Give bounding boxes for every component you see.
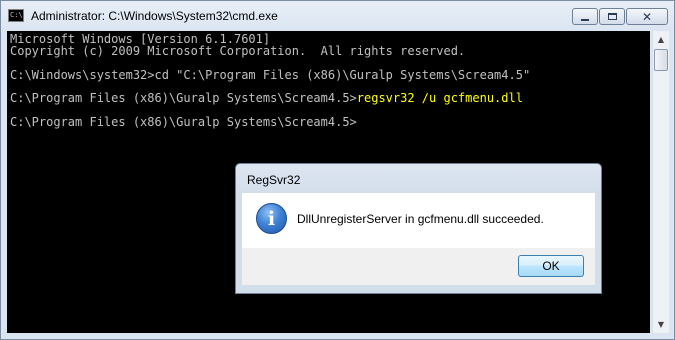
scroll-down-icon[interactable]: ▼: [653, 316, 669, 333]
caption-buttons: ✕: [571, 8, 668, 26]
dialog-message: DllUnregisterServer in gcfmenu.dll succe…: [297, 212, 544, 226]
dialog-body: i DllUnregisterServer in gcfmenu.dll suc…: [242, 193, 595, 248]
console-line: C:\Program Files (x86)\Guralp Systems\Sc…: [10, 91, 523, 105]
console-prompt: C:\Program Files (x86)\Guralp Systems\Sc…: [10, 91, 357, 105]
vertical-scrollbar[interactable]: ▲ ▼: [652, 31, 669, 333]
scroll-up-icon[interactable]: ▲: [653, 31, 669, 48]
scrollbar-thumb[interactable]: [654, 49, 668, 71]
maximize-button[interactable]: [599, 8, 625, 25]
window-title: Administrator: C:\Windows\System32\cmd.e…: [31, 9, 278, 23]
console-line: C:\Windows\system32>cd "C:\Program Files…: [10, 68, 531, 82]
dialog-footer: OK: [242, 248, 595, 285]
info-icon: i: [256, 203, 287, 234]
minimize-button[interactable]: [572, 8, 598, 25]
ok-button[interactable]: OK: [518, 255, 584, 277]
maximize-icon: [607, 13, 617, 20]
cmd-icon[interactable]: C:\: [8, 9, 24, 22]
regsvr32-dialog: RegSvr32 i DllUnregisterServer in gcfmen…: [235, 163, 602, 294]
close-button[interactable]: ✕: [626, 8, 668, 25]
close-icon: ✕: [641, 9, 653, 24]
title-bar[interactable]: C:\ Administrator: C:\Windows\System32\c…: [1, 1, 674, 31]
console-line: Copyright (c) 2009 Microsoft Corporation…: [10, 44, 466, 58]
minimize-icon: [581, 18, 589, 21]
highlighted-command: regsvr32 /u gcfmenu.dll: [356, 91, 523, 105]
console-line: C:\Program Files (x86)\Guralp Systems\Sc…: [10, 115, 357, 129]
dialog-title: RegSvr32: [247, 173, 301, 187]
